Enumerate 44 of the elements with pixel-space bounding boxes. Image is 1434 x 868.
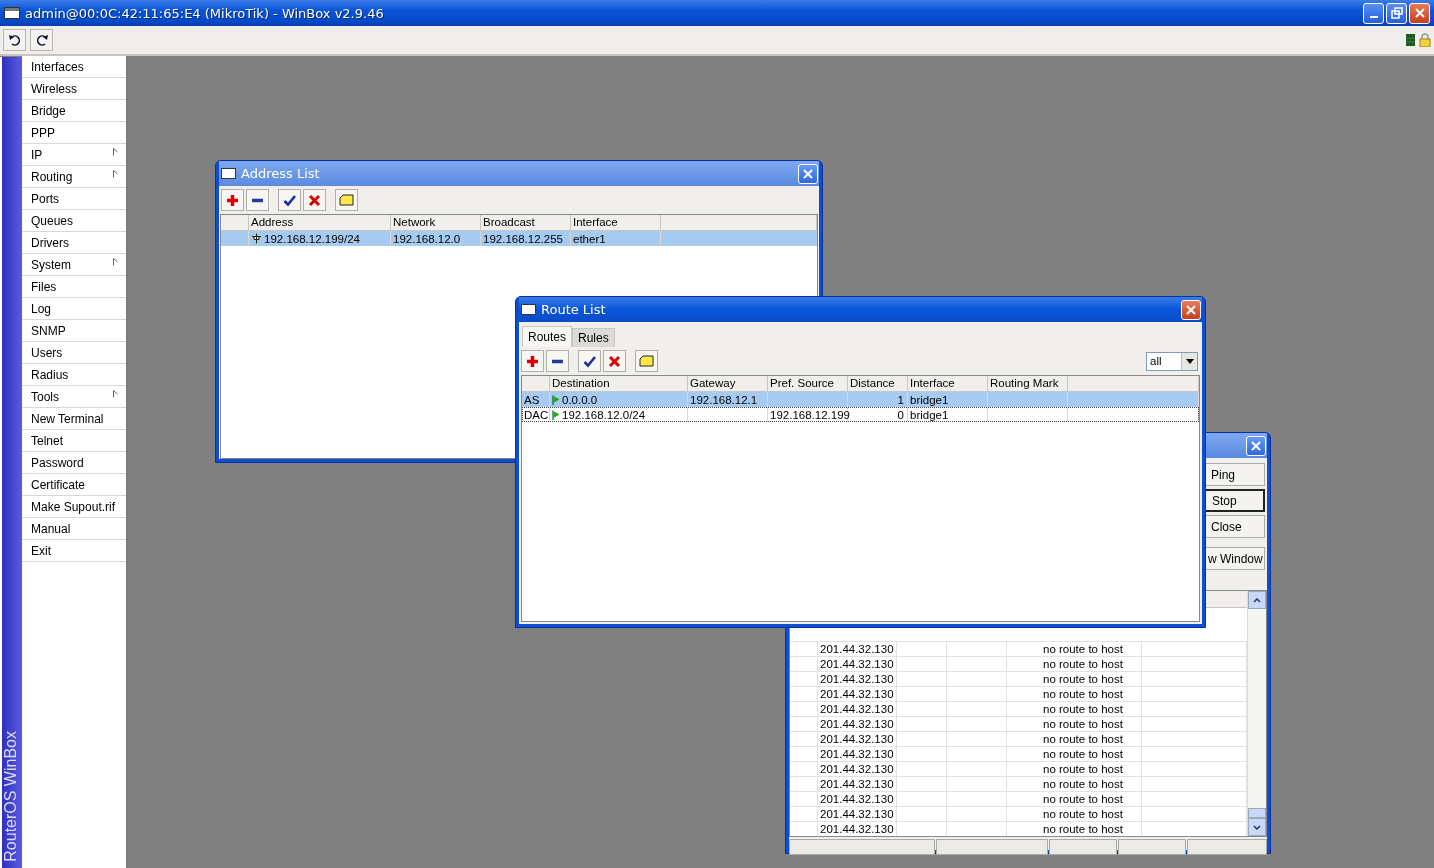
table-cell: no route to host [1043,703,1123,715]
table-cell: 192.168.12.199 [770,408,850,421]
table-cell: no route to host [1043,718,1123,730]
table-cell: no route to host [1043,673,1123,685]
table-cell: 1 [897,393,904,406]
window-title: admin@00:0C:42:11:65:E4 (MikroTik) - WinBox v2.9.46 [25,5,384,21]
table-cell: 201.44.32.130 [820,733,894,745]
table-cell: 201.44.32.130 [820,658,894,670]
table-cell: 201.44.32.130 [820,793,894,805]
table-cell: ether1 [573,232,606,245]
window-title: Address List [241,166,320,181]
table-cell: 201.44.32.130 [820,643,894,655]
table-cell: 192.168.12.0/24 [562,408,646,421]
table-cell: no route to host [1043,763,1123,775]
table-cell: 192.168.12.0 [393,232,461,245]
table-cell: 192.168.12.199/24 [264,232,360,245]
table-cell: no route to host [1043,688,1123,700]
table-cell: no route to host [1043,733,1123,745]
brand-label: RouterOS WinBox [2,731,20,862]
table-cell: DAC [524,408,549,421]
table-cell: 201.44.32.130 [820,778,894,790]
table-cell: 192.168.12.255 [483,232,563,245]
table-cell: 201.44.32.130 [820,763,894,775]
table-cell: no route to host [1043,658,1123,670]
table-cell: no route to host [1043,778,1123,790]
table-cell: 0.0.0.0 [562,393,598,406]
table-cell: 192.168.12.1 [690,393,758,406]
table-cell: no route to host [1043,808,1123,820]
table-cell: bridge1 [910,393,949,406]
table-cell: 201.44.32.130 [820,823,894,835]
table-cell: 201.44.32.130 [820,703,894,715]
table-cell: 201.44.32.130 [820,673,894,685]
table-cell: bridge1 [910,408,949,421]
table-cell: AS [524,393,540,406]
table-cell: no route to host [1043,643,1123,655]
table-cell: 201.44.32.130 [820,808,894,820]
table-cell: no route to host [1043,823,1123,835]
window-title: Route List [541,302,606,317]
table-cell: 0 [897,408,904,421]
table-cell: 201.44.32.130 [820,688,894,700]
table-cell: 201.44.32.130 [820,718,894,730]
table-cell: no route to host [1043,748,1123,760]
table-cell: 201.44.32.130 [820,748,894,760]
table-cell: no route to host [1043,793,1123,805]
